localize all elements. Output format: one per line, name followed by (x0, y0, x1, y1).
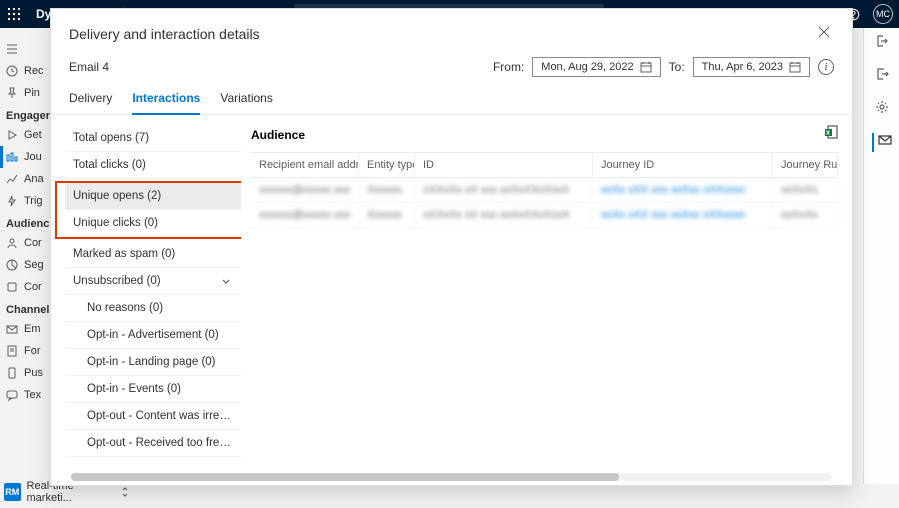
close-button[interactable] (814, 21, 834, 47)
metric-unique-opens[interactable]: Unique opens (2) (65, 183, 241, 210)
metric-optin-landing[interactable]: Opt-in - Landing page (0) (65, 349, 241, 376)
to-label: To: (669, 60, 685, 74)
rail-share-icon[interactable] (875, 67, 889, 86)
email-name: Email 4 (69, 60, 109, 74)
details-modal: Delivery and interaction details Email 4… (50, 8, 853, 486)
tab-bar: Delivery Interactions Variations (51, 81, 852, 115)
grid-row[interactable]: xxxxxx@xxxxx.xxx Xxxxxx xXXxXx xX xxx xx… (251, 178, 838, 203)
metric-optin-events[interactable]: Opt-in - Events (0) (65, 376, 241, 403)
date-range: From: Mon, Aug 29, 2022 To: Thu, Apr 6, … (493, 57, 834, 77)
from-date-picker[interactable]: Mon, Aug 29, 2022 (532, 57, 660, 77)
col-header-journey[interactable]: Journey ID (593, 153, 773, 177)
col-header-id[interactable]: ID (415, 153, 593, 177)
col-header-run[interactable]: Journey Run (773, 153, 838, 177)
calendar-icon (789, 61, 801, 73)
metric-total-opens[interactable]: Total opens (7) (65, 125, 241, 152)
area-badge: RM (4, 483, 21, 501)
metric-optout-frequent[interactable]: Opt-out - Received too frequently (65, 430, 241, 457)
grid-header: Recipient email address Entity type ID J… (251, 152, 838, 178)
metric-no-reasons[interactable]: No reasons (0) (65, 295, 241, 322)
app-launcher[interactable] (0, 0, 28, 28)
col-header-email[interactable]: Recipient email address (251, 153, 359, 177)
metric-optout-irrelevant[interactable]: Opt-out - Content was irrelevant ( (65, 403, 241, 430)
to-date-picker[interactable]: Thu, Apr 6, 2023 (693, 57, 810, 77)
audience-panel: Audience Recipient email address Entity … (241, 115, 852, 465)
audience-grid: Recipient email address Entity type ID J… (251, 152, 838, 228)
user-avatar[interactable]: MC (873, 4, 893, 24)
metric-marked-spam[interactable]: Marked as spam (0) (65, 241, 241, 268)
calendar-icon (640, 61, 652, 73)
metric-unsubscribed[interactable]: Unsubscribed (0) (65, 268, 241, 295)
export-excel-button[interactable] (824, 125, 838, 144)
metric-total-clicks[interactable]: Total clicks (0) (65, 152, 241, 179)
rail-expand-icon[interactable] (875, 34, 889, 53)
modal-title: Delivery and interaction details (69, 26, 260, 42)
from-date-value: Mon, Aug 29, 2022 (541, 61, 633, 73)
tab-interactions[interactable]: Interactions (132, 87, 200, 115)
metrics-list: Total opens (7) Total clicks (0) Unique … (51, 115, 241, 465)
excel-icon (824, 125, 838, 139)
col-header-entity[interactable]: Entity type (359, 153, 415, 177)
metric-unique-clicks[interactable]: Unique clicks (0) (65, 210, 241, 237)
chevron-down-icon (221, 276, 231, 286)
highlighted-metrics: Unique opens (2) Unique clicks (0) (55, 181, 241, 239)
grid-row[interactable]: xxxxxx@xxxxx.xxx Xxxxxx xXXxXx xX xxx xx… (251, 203, 838, 228)
close-icon (818, 26, 830, 38)
chevron-updown-icon (120, 486, 130, 498)
to-date-value: Thu, Apr 6, 2023 (702, 61, 783, 73)
info-icon[interactable]: i (818, 59, 834, 75)
metric-optin-ad[interactable]: Opt-in - Advertisement (0) (65, 322, 241, 349)
rail-settings-icon[interactable] (875, 100, 889, 119)
tab-delivery[interactable]: Delivery (69, 87, 112, 114)
tab-variations[interactable]: Variations (220, 87, 272, 114)
right-rail (863, 28, 899, 484)
horizontal-scrollbar[interactable] (71, 473, 832, 481)
from-label: From: (493, 60, 524, 74)
rail-mail-icon[interactable] (872, 133, 892, 152)
audience-title: Audience (251, 128, 305, 142)
